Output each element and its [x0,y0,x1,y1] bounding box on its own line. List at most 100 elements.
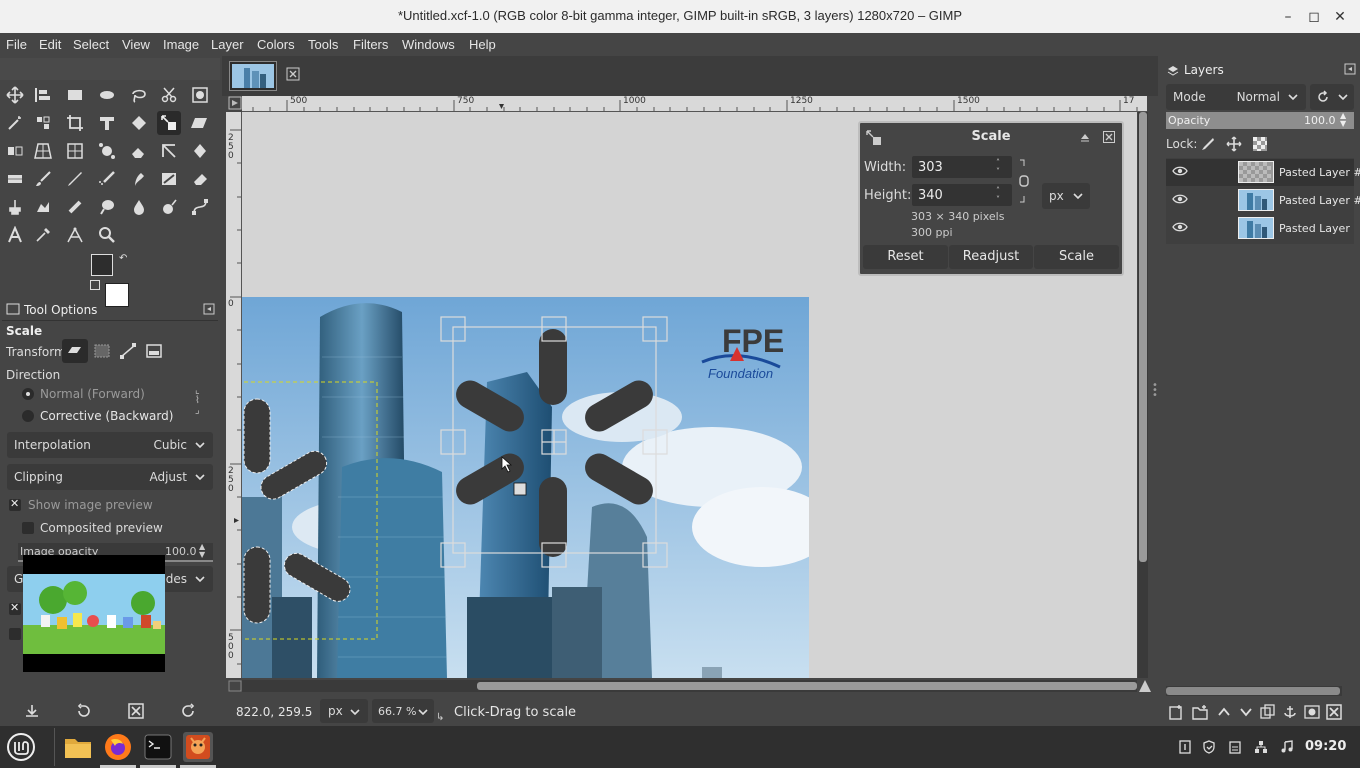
scale-button[interactable]: Scale [1034,245,1119,269]
navigate-corner-icon[interactable] [228,680,242,692]
ellipse-select-icon[interactable] [95,83,119,107]
quick-mask-corner-icon[interactable] [228,96,242,110]
delete-layer-icon[interactable] [1326,704,1342,720]
close-icon[interactable]: ✕ [1330,7,1350,27]
lock-alpha-icon[interactable] [1252,136,1268,152]
network-tray-icon[interactable] [1254,740,1268,754]
opacity-slider[interactable]: Opacity 100.0 ▲ ▼ [1166,112,1354,129]
measure-icon[interactable] [63,223,87,247]
reset-options-icon[interactable] [180,703,196,719]
menu-colors[interactable]: Colors [257,37,295,52]
delete-options-icon[interactable] [128,703,144,719]
eye-icon[interactable] [1172,221,1188,233]
foreground-select-icon[interactable] [188,83,212,107]
mint-menu-icon[interactable] [6,732,36,762]
width-input[interactable]: 303 ˄ ˅ [912,156,1012,178]
files-icon[interactable] [63,732,93,762]
pencil-icon[interactable] [63,167,87,191]
dodge-burn-icon[interactable] [157,195,181,219]
zoom-follow-icon[interactable] [1137,678,1153,694]
menu-edit[interactable]: Edit [39,37,61,52]
lower-layer-icon[interactable] [1238,704,1254,720]
menu-tools[interactable]: Tools [308,37,338,52]
dock-handle-icon[interactable]: • • • [1152,381,1158,403]
configure-tab-icon[interactable] [203,303,215,315]
layer-row[interactable]: Pasted Layer # [1166,187,1360,214]
layer-row[interactable]: Pasted Layer [1166,215,1354,242]
cage-transform-icon[interactable] [63,139,87,163]
tool-options-tab[interactable]: Tool Options [2,300,218,320]
gimp-taskbar-icon[interactable] [183,732,213,762]
layers-scrollbar[interactable] [1166,686,1342,696]
vertical-scrollbar[interactable] [1138,112,1148,678]
sound-tray-icon[interactable] [1280,740,1294,754]
option-checkbox[interactable] [9,601,21,615]
eraser-icon[interactable] [188,167,212,191]
fuzzy-select-icon[interactable] [3,111,27,135]
default-colors-icon[interactable] [90,280,100,290]
unit-dropdown[interactable]: px [320,699,368,723]
mask-layer-icon[interactable] [1304,704,1320,720]
zoom-icon[interactable] [95,223,119,247]
align-tool-icon[interactable] [31,83,55,107]
transform-path-button[interactable] [118,341,138,361]
direction-normal-radio[interactable] [22,388,34,400]
spin-arrows-icon[interactable]: ▲ ▼ [1340,112,1346,128]
scale-tool-icon[interactable] [157,111,181,135]
blur-icon[interactable] [127,195,151,219]
bucket-icon[interactable] [127,139,151,163]
anchor-layer-icon[interactable] [1282,704,1298,720]
puppet-icon[interactable] [95,139,119,163]
gradient-icon[interactable] [3,167,27,191]
show-preview-checkbox[interactable] [9,497,21,511]
layers-tab[interactable]: Layers [1162,58,1358,82]
menu-windows[interactable]: Windows [402,37,455,52]
foreground-color-swatch[interactable] [91,254,113,276]
rect-select-icon[interactable] [63,83,87,107]
configure-tab-icon[interactable] [1344,63,1356,75]
notes-tray-icon[interactable] [1178,740,1192,754]
menu-file[interactable]: File [6,37,27,52]
direction-corrective-radio[interactable] [22,410,34,422]
clone-icon[interactable] [3,195,27,219]
maximize-icon[interactable]: ◻ [1304,7,1324,27]
unified-transform-icon[interactable] [95,111,119,135]
ink-icon[interactable] [127,167,151,191]
transform-selection-button[interactable] [92,341,112,361]
chain-link-icon[interactable] [1018,158,1030,204]
unit-select[interactable]: px [1042,183,1090,209]
eye-icon[interactable] [1172,165,1188,177]
transform-image-button[interactable] [144,341,164,361]
interpolation-dropdown[interactable]: Interpolation Cubic [7,432,213,458]
raise-layer-icon[interactable] [1216,704,1232,720]
composited-preview-checkbox[interactable] [22,522,34,534]
transform-layer-button[interactable] [62,339,88,363]
scissors-icon[interactable] [157,83,181,107]
smudge-icon[interactable] [95,195,119,219]
vertical-scroll-thumb[interactable] [1139,112,1147,562]
color-picker-icon[interactable] [31,223,55,247]
menu-layer[interactable]: Layer [211,37,244,52]
gradient-fill-icon[interactable] [188,139,212,163]
close-tab-icon[interactable] [286,67,300,81]
text-tool-icon[interactable] [3,223,27,247]
layer-row[interactable]: Pasted Layer # [1166,159,1360,186]
color-select-icon[interactable] [31,111,55,135]
flip-icon[interactable] [3,139,27,163]
mypaint-brush-icon[interactable] [157,167,181,191]
image-canvas[interactable]: FPE Foundation [242,297,809,678]
reset-button[interactable]: Reset [863,245,948,269]
swap-colors-icon[interactable]: ↶ [119,253,127,264]
paths-icon[interactable] [188,195,212,219]
lock-pixels-icon[interactable] [1200,136,1216,152]
readjust-button[interactable]: Readjust [949,245,1033,269]
zoom-dropdown[interactable]: 66.7 % [372,699,434,723]
clipping-dropdown[interactable]: Clipping Adjust [7,464,213,490]
menu-image[interactable]: Image [163,37,199,52]
heal-icon[interactable] [31,195,55,219]
shear-icon[interactable] [188,111,212,135]
terminal-icon[interactable] [143,732,173,762]
spin-arrows-icon[interactable]: ˄ ˅ [996,186,1000,204]
horizontal-scrollbar[interactable] [242,680,1137,692]
save-options-icon[interactable] [24,703,40,719]
